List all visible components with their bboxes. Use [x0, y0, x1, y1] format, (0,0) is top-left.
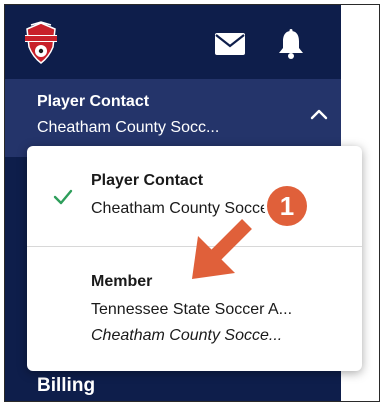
context-organization: Cheatham County Socc... — [37, 119, 220, 136]
club-crest-icon[interactable] — [21, 21, 61, 65]
check-icon — [53, 189, 73, 205]
option-role: Player Contact — [91, 172, 204, 189]
role-dropdown: Player Contact Cheatham County Soccer...… — [27, 146, 362, 371]
step-badge-number: 1 — [279, 191, 295, 221]
top-bar — [5, 5, 341, 79]
sidebar-item-billing[interactable]: Billing — [37, 375, 95, 397]
dropdown-option-player-contact[interactable]: Player Contact Cheatham County Soccer... — [27, 146, 362, 246]
bell-icon[interactable] — [277, 29, 305, 59]
option-role: Member — [91, 273, 153, 290]
option-sub-organization: Cheatham County Socce... — [91, 327, 283, 344]
option-organization: Tennessee State Soccer A... — [91, 301, 293, 318]
context-role: Player Contact — [37, 93, 150, 110]
chevron-up-icon[interactable] — [310, 107, 328, 121]
dropdown-option-member[interactable]: Member Tennessee State Soccer A... Cheat… — [27, 247, 362, 371]
app-frame: Player Contact Cheatham County Socc... B… — [4, 4, 380, 402]
mail-icon[interactable] — [215, 33, 245, 55]
